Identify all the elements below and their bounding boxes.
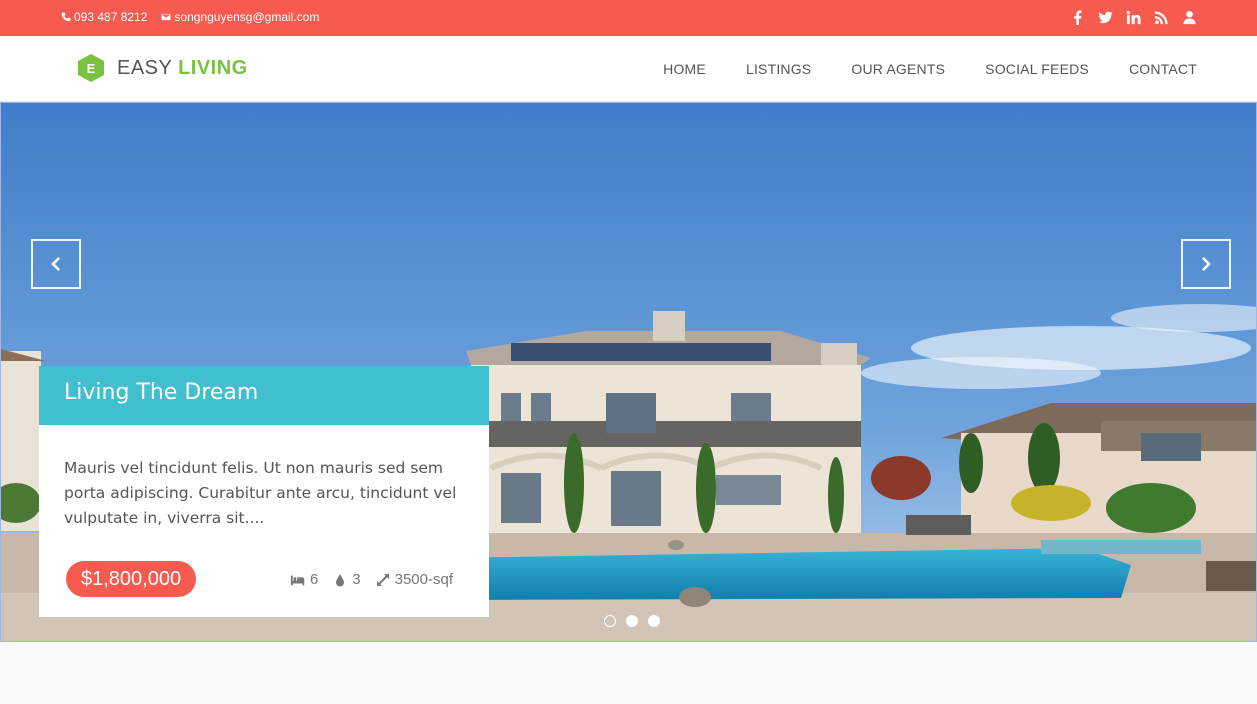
linkedin-icon[interactable] [1125,9,1141,25]
beds-feature: 6 [290,571,318,588]
svg-text:E: E [87,61,96,76]
slider-dot-1[interactable] [604,615,616,627]
baths-feature: 3 [332,571,361,588]
social-links [1069,9,1197,25]
user-icon[interactable] [1181,9,1197,25]
chevron-right-icon [1202,257,1211,271]
nav-our-agents[interactable]: OUR AGENTS [851,61,945,77]
nav-menu: HOME LISTINGS OUR AGENTS SOCIAL FEEDS CO… [663,61,1197,77]
hexagon-logo-icon: E [78,54,104,82]
main-navbar: E EASY LIVING HOME LISTINGS OUR AGENTS S… [0,36,1257,102]
chevron-left-icon [51,257,60,271]
expand-arrows-icon [376,573,389,586]
phone-contact[interactable]: 093 487 8212 [61,10,147,24]
email-contact[interactable]: songnguyensg@gmail.com [161,10,319,24]
content-section [0,642,1257,704]
email-address: songnguyensg@gmail.com [174,10,320,24]
slider-dot-2[interactable] [626,615,638,627]
nav-home[interactable]: HOME [663,61,706,77]
phone-icon [61,12,71,22]
contact-info: 093 487 8212 songnguyensg@gmail.com [61,10,319,24]
listing-description: Mauris vel tincidunt felis. Ut non mauri… [64,459,457,527]
listing-features: 6 3 3500-sqf [290,571,453,588]
listing-card[interactable]: Living The Dream Mauris vel tincidunt fe… [39,366,489,617]
listing-title[interactable]: Living The Dream [64,380,464,405]
area-size: 3500-sqf [394,571,453,588]
top-bar: 093 487 8212 songnguyensg@gmail.com [0,0,1257,36]
slider-pagination [604,615,660,627]
phone-number: 093 487 8212 [74,10,148,24]
brand-name-part2: LIVING [178,56,248,79]
listing-card-header: Living The Dream [39,366,489,425]
nav-listings[interactable]: LISTINGS [746,61,811,77]
area-feature: 3500-sqf [375,571,453,588]
listing-price-badge: $1,800,000 [66,561,197,597]
brand-name-part1: EASY [117,56,179,79]
envelope-icon [162,13,171,21]
nav-social-feeds[interactable]: SOCIAL FEEDS [985,61,1089,77]
water-drop-icon [336,573,345,586]
bed-icon [290,575,305,585]
hero-slider: Living The Dream Mauris vel tincidunt fe… [0,102,1257,642]
beds-count: 6 [309,571,319,588]
twitter-icon[interactable] [1097,9,1113,25]
rss-icon[interactable] [1153,9,1169,25]
slider-next-button[interactable] [1181,239,1231,289]
facebook-icon[interactable] [1069,9,1085,25]
brand-name: EASY LIVING [117,57,248,80]
nav-contact[interactable]: CONTACT [1129,61,1197,77]
site-logo[interactable]: E EASY LIVING [77,53,248,83]
baths-count: 3 [352,571,361,588]
slider-prev-button[interactable] [31,239,81,289]
slider-dot-3[interactable] [648,615,660,627]
